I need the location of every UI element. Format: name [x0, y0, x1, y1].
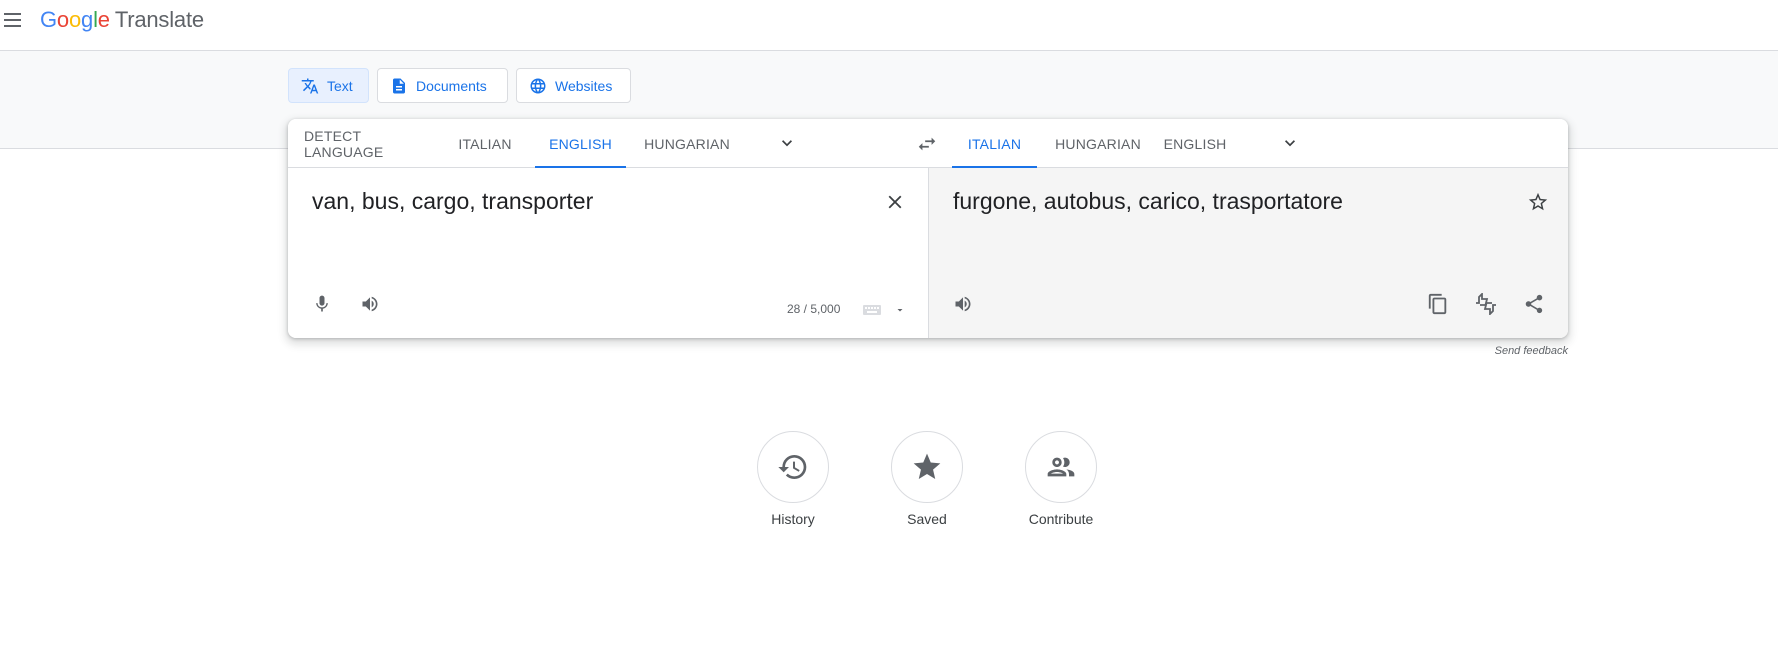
copy-translation-button[interactable] — [1424, 290, 1452, 318]
copy-icon — [1428, 293, 1447, 315]
translation-card: DETECT LANGUAGE ITALIAN ENGLISH HUNGARIA… — [288, 119, 1568, 338]
source-lang-more-button[interactable] — [775, 131, 799, 155]
source-lang-english[interactable]: ENGLISH — [535, 119, 626, 168]
translation-output: furgone, autobus, carico, trasportatore — [953, 188, 1343, 214]
target-lang-italian[interactable]: ITALIAN — [952, 119, 1037, 168]
listen-source-button[interactable] — [356, 290, 384, 318]
source-lang-hungarian[interactable]: HUNGARIAN — [638, 119, 736, 168]
swap-icon — [918, 137, 936, 151]
swap-languages-button[interactable] — [914, 131, 940, 157]
documents-mode-label: Documents — [416, 77, 487, 94]
menu-icon-bar — [4, 19, 21, 21]
source-pane: van, bus, cargo, transporter 28 / 5,000 — [288, 168, 928, 338]
share-icon — [1525, 294, 1543, 314]
text-mode-label: Text — [327, 77, 353, 94]
close-icon — [888, 195, 902, 209]
menu-icon-bar — [4, 25, 21, 27]
menu-icon — [4, 13, 21, 15]
target-lang-more-button[interactable] — [1278, 131, 1302, 155]
globe-icon — [529, 77, 547, 95]
saved-label: Saved — [907, 511, 947, 527]
send-feedback-link[interactable]: Send feedback — [1490, 345, 1568, 357]
people-icon — [1047, 457, 1075, 477]
star-outline-icon — [1528, 192, 1548, 211]
clear-source-button[interactable] — [881, 188, 909, 216]
documents-mode-button[interactable]: Documents — [377, 68, 508, 103]
speaker-icon — [362, 296, 378, 312]
chevron-down-icon — [1285, 140, 1295, 147]
source-lang-italian[interactable]: ITALIAN — [454, 119, 516, 168]
google-translate-logo[interactable]: Google Translate — [40, 7, 204, 33]
saved-circle — [891, 431, 963, 503]
history-button[interactable]: History — [738, 431, 848, 527]
logo-letter: o — [68, 7, 82, 32]
websites-mode-label: Websites — [555, 77, 613, 94]
character-count: 28 / 5,000 — [787, 302, 841, 316]
websites-mode-button[interactable]: Websites — [516, 68, 631, 103]
logo-letter: e — [97, 7, 110, 32]
contribute-label: Contribute — [1028, 511, 1094, 527]
target-pane: furgone, autobus, carico, trasportatore — [928, 168, 1568, 338]
history-label: History — [771, 511, 815, 527]
contribute-button[interactable]: Contribute — [1006, 431, 1116, 527]
share-translation-button[interactable] — [1520, 290, 1548, 318]
keyboard-icon — [863, 305, 881, 315]
contribute-circle — [1025, 431, 1097, 503]
voice-input-button[interactable] — [308, 290, 336, 318]
target-lang-hungarian[interactable]: HUNGARIAN — [1049, 119, 1147, 168]
document-icon — [390, 77, 408, 95]
logo-letter: o — [56, 7, 69, 32]
product-name: Translate — [114, 7, 204, 32]
translate-icon — [301, 77, 319, 95]
main-menu-button[interactable] — [2, 9, 24, 31]
source-text-input[interactable]: van, bus, cargo, transporter — [312, 186, 593, 216]
speaker-icon — [955, 296, 971, 312]
star-icon — [913, 453, 941, 479]
app-header: Google Translate — [0, 0, 1778, 51]
source-lang-detect[interactable]: DETECT LANGUAGE — [304, 119, 442, 168]
input-tools-button[interactable] — [862, 298, 908, 322]
microphone-icon — [316, 295, 328, 312]
history-circle — [757, 431, 829, 503]
rate-translation-button[interactable] — [1472, 290, 1500, 318]
language-bar: DETECT LANGUAGE ITALIAN ENGLISH HUNGARIA… — [288, 119, 1568, 168]
logo-letter: G — [40, 7, 57, 32]
chevron-down-icon — [782, 140, 792, 147]
text-mode-button[interactable]: Text — [288, 68, 369, 103]
target-lang-english[interactable]: ENGLISH — [1159, 119, 1231, 168]
save-translation-button[interactable] — [1524, 188, 1552, 216]
history-icon — [778, 455, 807, 479]
listen-translation-button[interactable] — [949, 290, 977, 318]
caret-down-icon — [897, 309, 903, 312]
logo-letter: g — [81, 7, 94, 32]
saved-button[interactable]: Saved — [872, 431, 982, 527]
thumbs-rating-icon — [1476, 293, 1496, 315]
